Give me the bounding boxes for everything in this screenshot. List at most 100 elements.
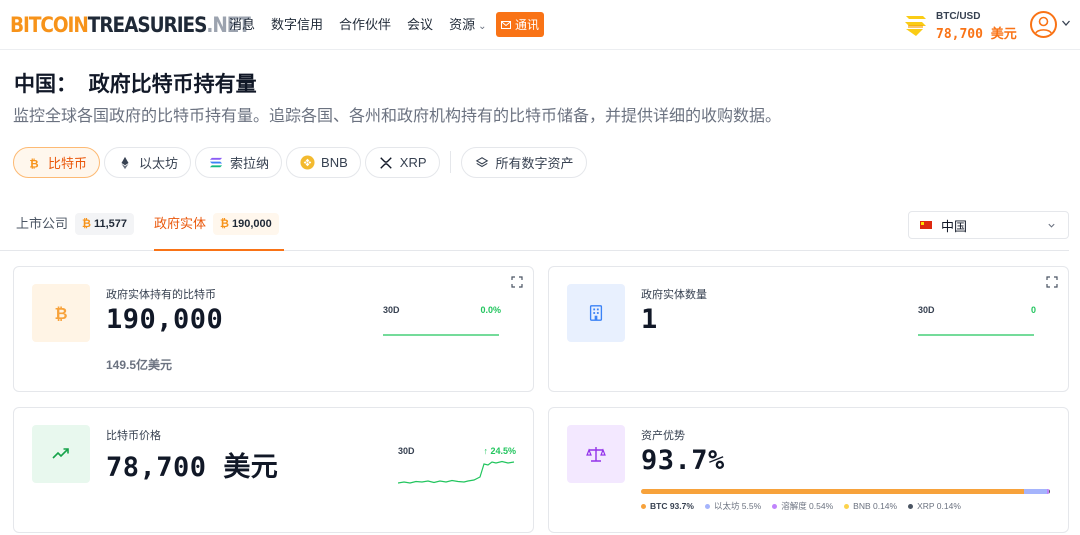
sparkline-period: 30D [383, 305, 400, 315]
layers-icon [474, 155, 490, 171]
dominance-card: 资产优势 93.7% BTC 93.7% 以太坊 5.5% 溶解度 0.54% BNB… [548, 407, 1069, 533]
card-label: 政府实体持有的比特币 [106, 289, 216, 301]
card-value: 93.7% [641, 445, 725, 476]
count-badge: ₿ 190,000 [213, 213, 279, 235]
card-value: 78,700 美元 [106, 445, 278, 484]
mail-icon [500, 20, 511, 29]
sparkline-period: 30D [918, 305, 935, 315]
site-logo[interactable]: BITCOINTREASURIES.NET [10, 12, 251, 38]
svg-text:₿: ₿ [29, 156, 38, 170]
asset-chip-bnb[interactable]: BNB [286, 147, 361, 178]
holdings-card: ₿ 政府实体持有的比特币 190,000 149.5亿美元 30D 0.0% [13, 266, 534, 392]
nav-item-news[interactable]: 消息 [229, 15, 255, 37]
chevron-down-icon [1048, 223, 1055, 228]
asset-chip-label: BNB [321, 155, 348, 170]
legend-label: 以太坊 5.5% [713, 501, 762, 511]
nav-item-digital-credit[interactable]: 数字信用 [271, 15, 323, 37]
btc-price-widget: BTC/USD 78,700 美元 [903, 10, 1023, 42]
bitcoin-icon: ₿ [82, 218, 91, 230]
sparkline-change: 0.0% [480, 305, 501, 315]
avatar[interactable] [1030, 11, 1057, 38]
nav-item-conferences[interactable]: 会议 [407, 15, 433, 37]
legend-dot [704, 503, 710, 509]
page-subtitle: 监控全球各国政府的比特币持有量。追踪各国、各州和政府机构持有的比特币储备，并提供… [13, 108, 782, 125]
xrp-icon [378, 155, 394, 171]
chevron-down-icon[interactable] [1061, 18, 1071, 28]
legend-item: BTC 93.7% [641, 500, 694, 512]
legend-dot [844, 503, 850, 509]
legend-label: BNB 0.14% [853, 501, 898, 511]
card-value-number: 78,700 [106, 452, 207, 483]
dominance-legend: BTC 93.7% 以太坊 5.5% 溶解度 0.54% BNB 0.14% XRP 0… [641, 500, 972, 512]
page-title: 中国： 政府比特币持有量 [14, 73, 257, 96]
asset-chip-solana[interactable]: 索拉纳 [195, 147, 283, 178]
legend-dot [772, 503, 778, 509]
bitcoin-icon: ₿ [32, 284, 90, 342]
asset-chip-all[interactable]: 所有数字资产 [460, 147, 587, 178]
dominance-segment [1024, 489, 1047, 494]
dominance-bar [641, 489, 1050, 494]
legend-item: BNB 0.14% [844, 500, 897, 512]
legend-dot [908, 503, 914, 509]
card-value: 190,000 [106, 304, 224, 335]
ethereum-icon [117, 155, 133, 171]
country-select[interactable]: 中国 [908, 211, 1069, 239]
price-label: BTC/USD [936, 11, 981, 22]
price-value: 78,700 美元 [936, 23, 1017, 42]
sparkline-change: ↑ 24.5% [483, 446, 516, 456]
legend-item: XRP 0.14% [908, 500, 961, 512]
legend-label: 溶解度 0.54% [781, 501, 834, 511]
nav-item-resources[interactable]: 资源 ⌄ [449, 15, 486, 37]
tab-label: 政府实体 [154, 216, 207, 231]
sparkline-change: 0 [1030, 305, 1036, 315]
asset-chip-xrp[interactable]: XRP [364, 147, 440, 178]
legend-label: XRP 0.14% [917, 501, 961, 511]
card-value: 1 [641, 304, 658, 335]
asset-chip-label: XRP [399, 155, 427, 170]
asset-chip-ethereum[interactable]: 以太坊 [104, 147, 192, 178]
price-stack-icon [905, 16, 926, 36]
trending-up-icon [32, 425, 90, 483]
newsletter-button-label: 通讯 [514, 18, 539, 32]
asset-filter: ₿ 比特币 以太坊 索拉纳 BNB XRP 所有数字资产 [13, 147, 591, 178]
card-value-unit: 美元 [223, 452, 279, 483]
price-card: 比特币价格 78,700 美元 30D ↑ 24.5% [13, 407, 534, 533]
card-label: 政府实体数量 [641, 289, 707, 301]
sparkline: 30D ↑ 24.5% [398, 446, 516, 486]
expand-icon[interactable] [511, 276, 523, 288]
dominance-segment [641, 489, 1025, 494]
legend-label: BTC 93.7% [650, 501, 694, 511]
chip-divider [449, 151, 451, 173]
tab-government-entities[interactable]: 政府实体 ₿ 190,000 [154, 213, 284, 251]
chevron-down-icon: ⌄ [478, 21, 487, 32]
entities-card: 政府实体数量 1 30D 0 [548, 266, 1069, 392]
top-header: BITCOINTREASURIES.NET 消息 数字信用 合作伙伴 会议 资源… [0, 0, 1080, 50]
sparkline: 30D 0 [918, 305, 1036, 345]
scale-icon [567, 425, 625, 483]
asset-chip-bitcoin[interactable]: ₿ 比特币 [13, 147, 101, 178]
asset-chip-label: 索拉纳 [230, 156, 270, 171]
nav-item-resources-label: 资源 [449, 17, 476, 32]
asset-chip-label: 所有数字资产 [495, 156, 574, 171]
user-icon [1034, 16, 1053, 35]
card-label: 比特币价格 [106, 430, 161, 442]
price-number: 78,700 [936, 27, 983, 42]
legend-item: 溶解度 0.54% [772, 500, 833, 512]
price-unit: 美元 [990, 27, 1017, 42]
dominance-segment [1049, 489, 1050, 494]
bitcoin-icon: ₿ [220, 218, 229, 230]
building-icon [567, 284, 625, 342]
asset-chip-label: 以太坊 [139, 156, 179, 171]
bitcoin-icon: ₿ [26, 155, 42, 171]
badge-value: 190,000 [231, 218, 272, 230]
nav-item-partners[interactable]: 合作伙伴 [339, 15, 391, 37]
tab-label: 上市公司 [16, 216, 69, 231]
badge-value: 11,577 [93, 218, 128, 230]
sparkline-period: 30D [398, 446, 415, 456]
expand-icon[interactable] [1046, 276, 1058, 288]
newsletter-button[interactable]: 通讯 [496, 12, 544, 37]
sparkline: 30D 0.0% [383, 305, 501, 345]
legend-dot [641, 503, 646, 509]
bnb-icon [299, 155, 315, 171]
tab-public-companies[interactable]: 上市公司 ₿ 11,577 [16, 213, 135, 251]
